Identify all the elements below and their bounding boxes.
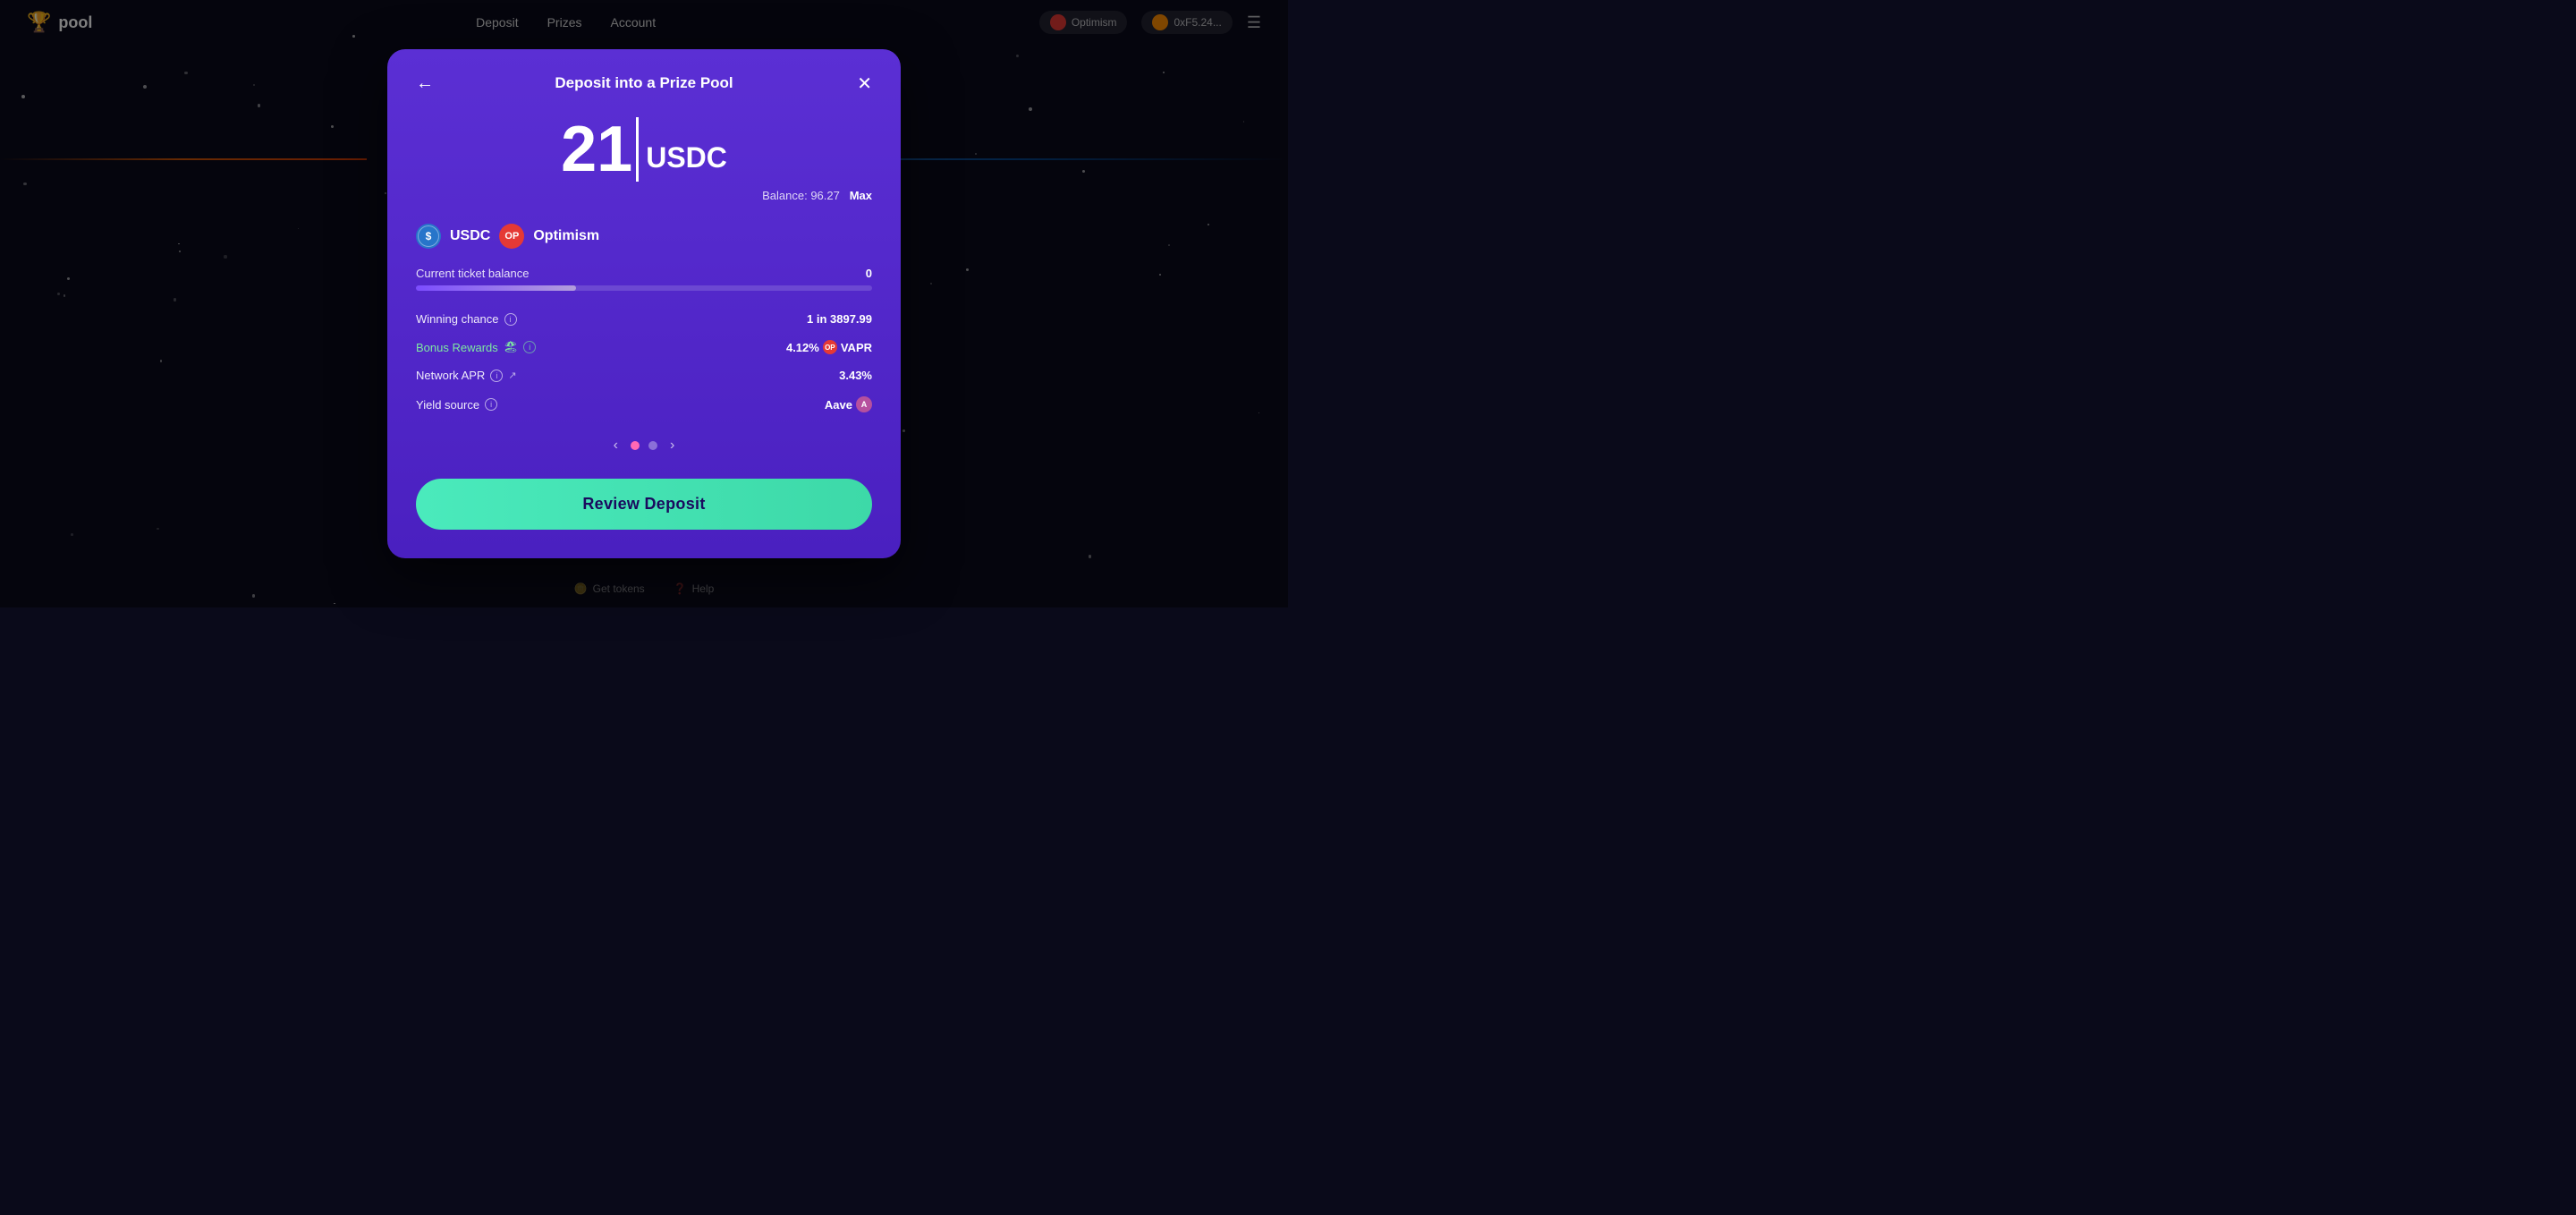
bonus-rewards-label: Bonus Rewards 🏖 i bbox=[416, 340, 536, 354]
pagination-dot-1[interactable] bbox=[631, 441, 640, 450]
max-button[interactable]: Max bbox=[850, 189, 872, 202]
network-apr-value: 3.43% bbox=[839, 369, 872, 382]
balance-label: Balance: 96.27 bbox=[762, 189, 840, 202]
winning-chance-label: Winning chance i bbox=[416, 312, 517, 326]
bonus-rewards-info-icon[interactable]: i bbox=[523, 341, 536, 353]
bonus-rewards-emoji: 🏖 bbox=[504, 340, 519, 354]
pagination-prev[interactable]: ‹ bbox=[610, 434, 622, 457]
network-apr-label: Network APR i ↗ bbox=[416, 369, 517, 382]
token-name: USDC bbox=[450, 228, 490, 244]
pagination-dot-2[interactable] bbox=[648, 441, 657, 450]
balance-row: Balance: 96.27 Max bbox=[416, 189, 872, 202]
deposit-modal: ← Deposit into a Prize Pool ✕ 21 USDC Ba… bbox=[387, 49, 901, 558]
amount-currency: USDC bbox=[646, 141, 727, 182]
winning-chance-value: 1 in 3897.99 bbox=[807, 312, 872, 326]
aave-icon: A bbox=[856, 396, 872, 412]
ticket-balance-label: Current ticket balance bbox=[416, 267, 529, 280]
back-button[interactable]: ← bbox=[416, 73, 434, 94]
amount-container: 21 USDC bbox=[416, 117, 872, 182]
network-apr-external-icon[interactable]: ↗ bbox=[508, 370, 516, 381]
yield-source-info-icon[interactable]: i bbox=[485, 398, 497, 411]
yield-source-row: Yield source i Aave A bbox=[416, 389, 872, 420]
usdc-token-icon: $ bbox=[416, 224, 441, 249]
progress-bar-fill bbox=[416, 285, 576, 291]
ticket-row: Current ticket balance 0 bbox=[416, 267, 872, 280]
modal-overlay: ← Deposit into a Prize Pool ✕ 21 USDC Ba… bbox=[0, 0, 1288, 608]
stats-section: Winning chance i 1 in 3897.99 Bonus Rewa… bbox=[416, 305, 872, 420]
network-apr-info-icon[interactable]: i bbox=[490, 370, 503, 382]
bonus-rewards-row: Bonus Rewards 🏖 i 4.12% OP VAPR bbox=[416, 333, 872, 361]
progress-bar bbox=[416, 285, 872, 291]
network-apr-row: Network APR i ↗ 3.43% bbox=[416, 361, 872, 389]
bonus-rewards-value: 4.12% OP VAPR bbox=[786, 340, 872, 354]
review-deposit-button[interactable]: Review Deposit bbox=[416, 479, 872, 530]
optimism-network-icon: OP bbox=[499, 224, 524, 249]
op-icon-small: OP bbox=[823, 340, 837, 354]
ticket-balance-value: 0 bbox=[866, 267, 872, 280]
yield-source-value: Aave A bbox=[825, 396, 872, 412]
network-name: Optimism bbox=[533, 228, 599, 244]
winning-chance-row: Winning chance i 1 in 3897.99 bbox=[416, 305, 872, 333]
yield-source-label: Yield source i bbox=[416, 398, 497, 412]
modal-header: ← Deposit into a Prize Pool ✕ bbox=[416, 74, 872, 92]
amount-display: 21 USDC bbox=[561, 117, 727, 182]
modal-title: Deposit into a Prize Pool bbox=[555, 74, 733, 92]
close-button[interactable]: ✕ bbox=[857, 72, 872, 95]
amount-number[interactable]: 21 bbox=[561, 117, 639, 182]
pagination-next[interactable]: › bbox=[666, 434, 678, 457]
winning-chance-info-icon[interactable]: i bbox=[504, 313, 517, 326]
pagination: ‹ › bbox=[416, 434, 872, 457]
token-network-row: $ USDC OP Optimism bbox=[416, 224, 872, 249]
